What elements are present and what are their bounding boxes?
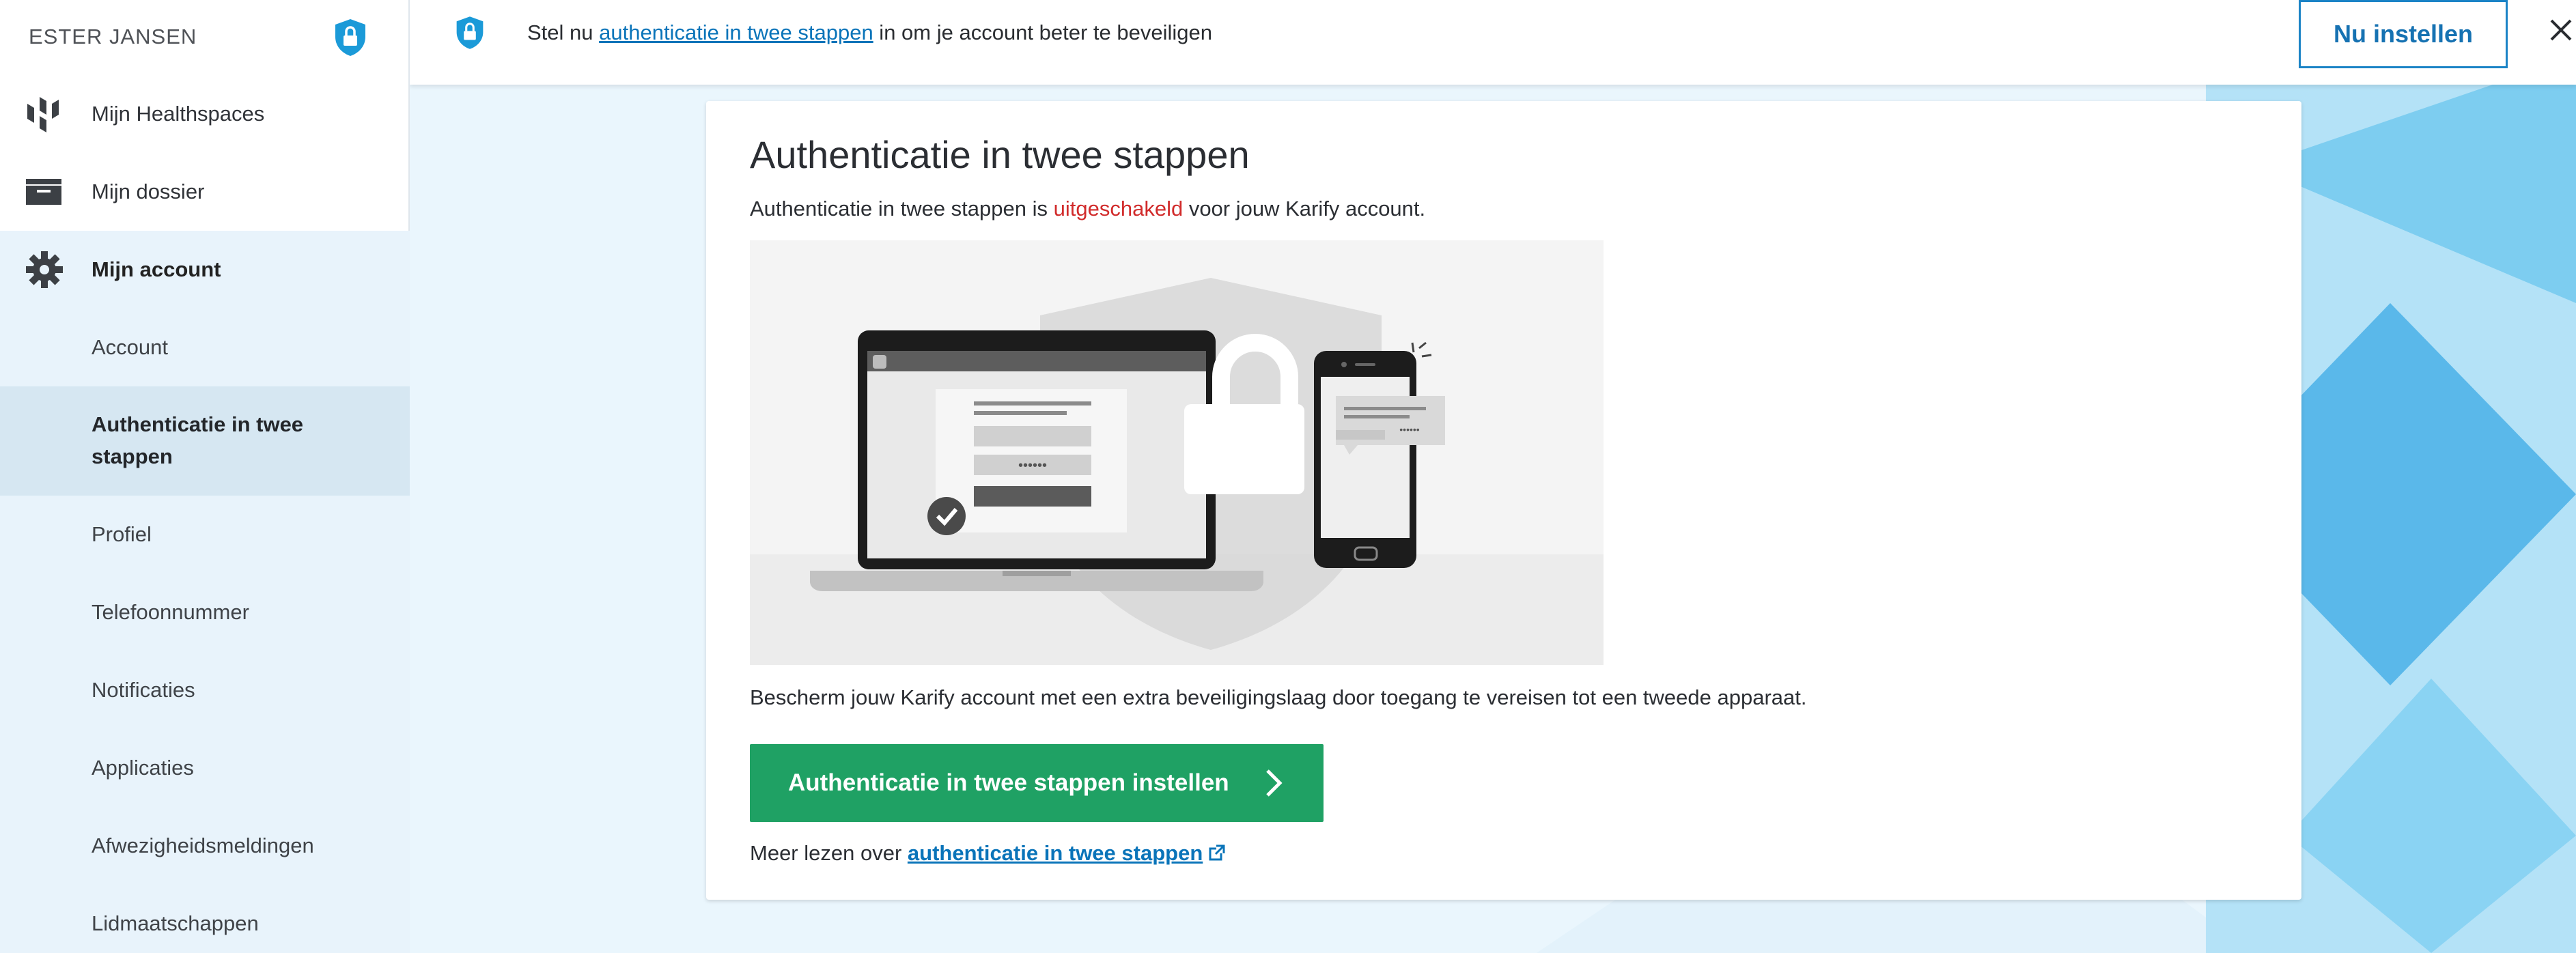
setup-button-label: Authenticatie in twee stappen instellen <box>788 769 1229 796</box>
password-dots: •••••• <box>1018 458 1047 473</box>
setup-two-factor-button[interactable]: Authenticatie in twee stappen instellen <box>750 744 1324 822</box>
status-suffix: voor jouw Karify account. <box>1183 197 1426 221</box>
two-factor-card: Authenticatie in twee stappen Authentica… <box>706 101 2301 900</box>
sub-item-lidmaatschappen[interactable]: Lidmaatschappen <box>0 885 410 953</box>
nav-label-healthspaces: Mijn Healthspaces <box>92 102 265 126</box>
healthspaces-icon <box>27 97 59 132</box>
setup-now-button[interactable]: Nu instellen <box>2299 0 2508 68</box>
two-factor-illustration: •••••• •••••• <box>750 240 1604 665</box>
sub-item-two-factor[interactable]: Authenticatie in twee stappen <box>0 386 410 496</box>
close-icon[interactable] <box>2547 16 2575 44</box>
shield-lock-icon <box>335 19 365 56</box>
banner-link[interactable]: authenticatie in twee stappen <box>599 20 873 44</box>
nav-item-account[interactable]: Mijn account <box>0 231 410 309</box>
sub-item-label: Applicaties <box>92 756 194 780</box>
sub-item-notificaties[interactable]: Notificaties <box>0 651 410 729</box>
banner-suffix: in om je account beter te beveiligen <box>873 20 1212 44</box>
sub-item-applicaties[interactable]: Applicaties <box>0 729 410 807</box>
page-title: Authenticatie in twee stappen <box>750 133 1250 176</box>
nav-item-healthspaces[interactable]: Mijn Healthspaces <box>0 75 410 153</box>
status-prefix: Authenticatie in twee stappen is <box>750 197 1054 221</box>
nav-label-account: Mijn account <box>92 257 221 281</box>
chevron-right-icon <box>1266 769 1283 797</box>
sub-item-label: Profiel <box>92 522 152 546</box>
sub-item-profiel[interactable]: Profiel <box>0 496 410 573</box>
user-header: ESTER JANSEN <box>0 0 410 76</box>
status-text: Authenticatie in twee stappen is uitgesc… <box>750 197 1425 221</box>
external-link-icon[interactable] <box>1208 844 1226 862</box>
status-value: uitgeschakeld <box>1053 197 1184 221</box>
banner-message: Stel nu authenticatie in twee stappen in… <box>527 20 1212 45</box>
sub-item-label: Authenticatie in twee stappen <box>92 412 304 468</box>
description: Bescherm jouw Karify account met een ext… <box>750 685 1807 709</box>
sub-item-label: Account <box>92 335 169 359</box>
two-factor-banner: Stel nu authenticatie in twee stappen in… <box>410 0 2576 85</box>
nav-label-dossier: Mijn dossier <box>92 180 205 203</box>
sidebar: ESTER JANSEN Mijn Healthspaces Mijn doss… <box>0 0 410 953</box>
sub-item-label: Telefoonnummer <box>92 600 249 624</box>
sub-item-label: Notificaties <box>92 678 195 702</box>
shield-lock-icon <box>456 16 484 49</box>
password-dots: •••••• <box>1399 424 1420 435</box>
read-more-prefix: Meer lezen over <box>750 841 908 865</box>
sub-item-label: Afwezigheidsmeldingen <box>92 834 314 857</box>
sub-item-account[interactable]: Account <box>0 309 410 386</box>
nav-item-dossier[interactable]: Mijn dossier <box>0 153 410 231</box>
banner-prefix: Stel nu <box>527 20 600 44</box>
folder-icon <box>26 179 61 205</box>
sub-item-telefoonnummer[interactable]: Telefoonnummer <box>0 573 410 651</box>
gear-icon <box>26 251 63 288</box>
sub-item-afwezigheidsmeldingen[interactable]: Afwezigheidsmeldingen <box>0 807 410 885</box>
read-more: Meer lezen over authenticatie in twee st… <box>750 841 1226 866</box>
account-nav-group: Mijn account Account Authenticatie in tw… <box>0 231 410 953</box>
read-more-link[interactable]: authenticatie in twee stappen <box>908 841 1203 865</box>
sub-item-label: Lidmaatschappen <box>92 911 259 935</box>
user-name: ESTER JANSEN <box>29 25 197 48</box>
